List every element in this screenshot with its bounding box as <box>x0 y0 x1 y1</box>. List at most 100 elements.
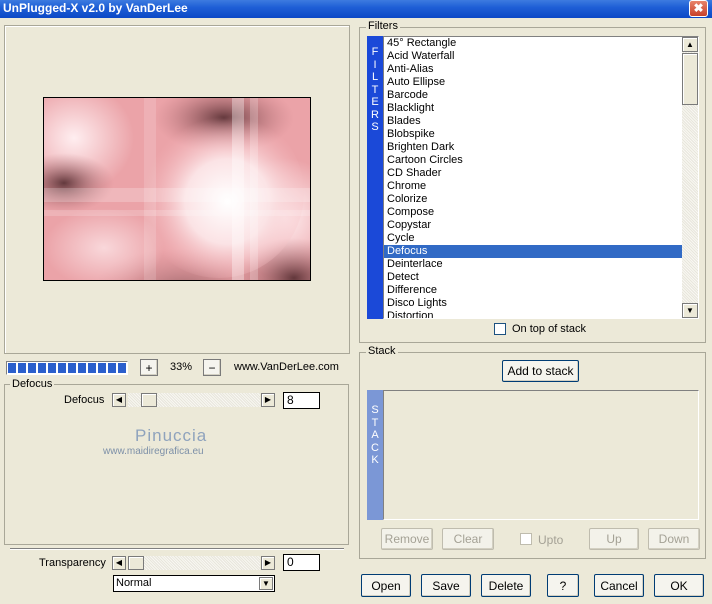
zoom-progress-segment <box>98 363 106 373</box>
open-button[interactable]: Open <box>361 574 411 597</box>
remove-button[interactable]: Remove <box>381 528 433 550</box>
up-button[interactable]: Up <box>589 528 639 550</box>
filter-list-item[interactable]: Barcode <box>384 89 683 102</box>
scroll-thumb[interactable] <box>682 53 698 105</box>
right-arrow-icon: ▶ <box>264 395 272 404</box>
filters-tab: FILTERS <box>367 36 383 319</box>
filters-items: 45° Rectangle Acid Waterfall Anti-Alias Aut… <box>384 37 683 318</box>
zoom-progress-segment <box>28 363 36 373</box>
defocus-slider-thumb[interactable] <box>141 393 157 407</box>
delete-button[interactable]: Delete <box>481 574 531 597</box>
defocus-left-arrow[interactable]: ◀ <box>112 393 126 407</box>
blend-mode-select[interactable]: Normal ▼ <box>113 575 275 592</box>
filters-tab-letter: F <box>371 46 379 58</box>
filter-list-item[interactable]: Blades <box>384 115 683 128</box>
zoom-in-button[interactable]: + <box>140 359 158 376</box>
filter-list-item[interactable]: Defocus <box>384 245 683 258</box>
scroll-up-button[interactable]: ▲ <box>682 37 698 52</box>
zoom-out-button[interactable]: − <box>203 359 221 376</box>
filter-list-item[interactable]: Difference <box>384 284 683 297</box>
save-button[interactable]: Save <box>421 574 471 597</box>
filter-list-item[interactable]: Colorize <box>384 193 683 206</box>
stack-tab-letter: S <box>371 404 379 416</box>
defocus-group-label: Defocus <box>10 378 55 390</box>
down-button[interactable]: Down <box>648 528 700 550</box>
minus-icon: − <box>208 360 216 375</box>
transparency-label: Transparency <box>39 557 106 569</box>
chevron-down-icon: ▼ <box>262 578 270 588</box>
filters-tab-letter: R <box>371 108 379 121</box>
transparency-slider-thumb[interactable] <box>128 556 144 570</box>
defocus-slider[interactable] <box>128 393 260 407</box>
right-arrow-icon: ▶ <box>264 558 272 567</box>
stack-group-label: Stack <box>366 345 398 357</box>
zoom-progress-segment <box>78 363 86 373</box>
filters-tab-letter: I <box>373 58 377 71</box>
transparency-value-field[interactable]: 0 <box>283 554 320 571</box>
filter-list-item[interactable]: Acid Waterfall <box>384 50 683 63</box>
filter-list-item[interactable]: Auto Ellipse <box>384 76 683 89</box>
transparency-right-arrow[interactable]: ▶ <box>261 556 275 570</box>
filter-list-item[interactable]: Distortion <box>384 310 683 318</box>
watermark-name: Pinuccia <box>135 426 208 445</box>
zoom-progress-segment <box>118 363 126 373</box>
blend-mode-value: Normal <box>116 577 152 589</box>
zoom-progress-segment <box>88 363 96 373</box>
filter-list-item[interactable]: Deinterlace <box>384 258 683 271</box>
filter-list-item[interactable]: Copystar <box>384 219 683 232</box>
website-link[interactable]: www.VanDerLee.com <box>234 361 339 373</box>
close-button[interactable]: ✖ <box>689 0 708 17</box>
transparency-left-arrow[interactable]: ◀ <box>112 556 126 570</box>
scroll-up-icon: ▲ <box>686 39 694 49</box>
dropdown-arrow[interactable]: ▼ <box>259 577 273 590</box>
defocus-value-field[interactable]: 8 <box>283 392 320 409</box>
filter-list-item[interactable]: CD Shader <box>384 167 683 180</box>
upto-label: Upto <box>538 533 564 547</box>
stack-tab-letter: A <box>371 429 379 441</box>
stack-tab-letter: T <box>371 416 379 429</box>
watermark-url: www.maidiregrafica.eu <box>103 446 204 457</box>
filter-list-item[interactable]: Chrome <box>384 180 683 193</box>
filter-list-item[interactable]: Blobspike <box>384 128 683 141</box>
zoom-progress-segment <box>58 363 66 373</box>
filters-list[interactable]: 45° Rectangle Acid Waterfall Anti-Alias Aut… <box>383 36 699 319</box>
window-title: UnPlugged-X v2.0 by VanDerLee <box>3 1 188 15</box>
filter-list-item[interactable]: Disco Lights <box>384 297 683 310</box>
stack-tab-letter: C <box>371 441 379 454</box>
zoom-progress-segment <box>68 363 76 373</box>
zoom-progress-segment <box>48 363 56 373</box>
defocus-right-arrow[interactable]: ▶ <box>261 393 275 407</box>
upto-checkbox[interactable] <box>520 533 532 545</box>
plus-icon: + <box>145 360 153 375</box>
preview-image[interactable] <box>43 97 311 281</box>
defocus-param-label: Defocus <box>64 394 105 406</box>
ok-button[interactable]: OK <box>654 574 704 597</box>
scroll-down-icon: ▼ <box>686 305 694 315</box>
filters-tab-letter: L <box>371 71 379 83</box>
title-bar: UnPlugged-X v2.0 by VanDerLee ✖ <box>0 0 712 18</box>
filter-list-item[interactable]: Blacklight <box>384 102 683 115</box>
separator-line <box>10 548 344 550</box>
filter-list-item[interactable]: Compose <box>384 206 683 219</box>
filter-list-item[interactable]: 45° Rectangle <box>384 37 683 50</box>
filter-list-item[interactable]: Cartoon Circles <box>384 154 683 167</box>
on-top-checkbox[interactable] <box>494 323 506 335</box>
filters-scrollbar[interactable]: ▲ ▼ <box>682 37 698 318</box>
zoom-progress-segment <box>38 363 46 373</box>
filters-group-label: Filters <box>366 20 400 32</box>
filter-list-item[interactable]: Brighten Dark <box>384 141 683 154</box>
filter-list-item[interactable]: Detect <box>384 271 683 284</box>
scroll-down-button[interactable]: ▼ <box>682 303 698 318</box>
cancel-button[interactable]: Cancel <box>594 574 644 597</box>
clear-button[interactable]: Clear <box>442 528 494 550</box>
zoom-progress-segment <box>108 363 116 373</box>
close-icon: ✖ <box>693 1 704 15</box>
stack-list[interactable] <box>383 390 699 520</box>
add-to-stack-button[interactable]: Add to stack <box>502 360 579 382</box>
help-button[interactable]: ? <box>547 574 579 597</box>
filter-list-item[interactable]: Anti-Alias <box>384 63 683 76</box>
transparency-slider[interactable] <box>128 556 260 570</box>
stack-tab-letter: K <box>371 454 379 466</box>
filter-list-item[interactable]: Cycle <box>384 232 683 245</box>
preview-canvas <box>44 98 310 280</box>
